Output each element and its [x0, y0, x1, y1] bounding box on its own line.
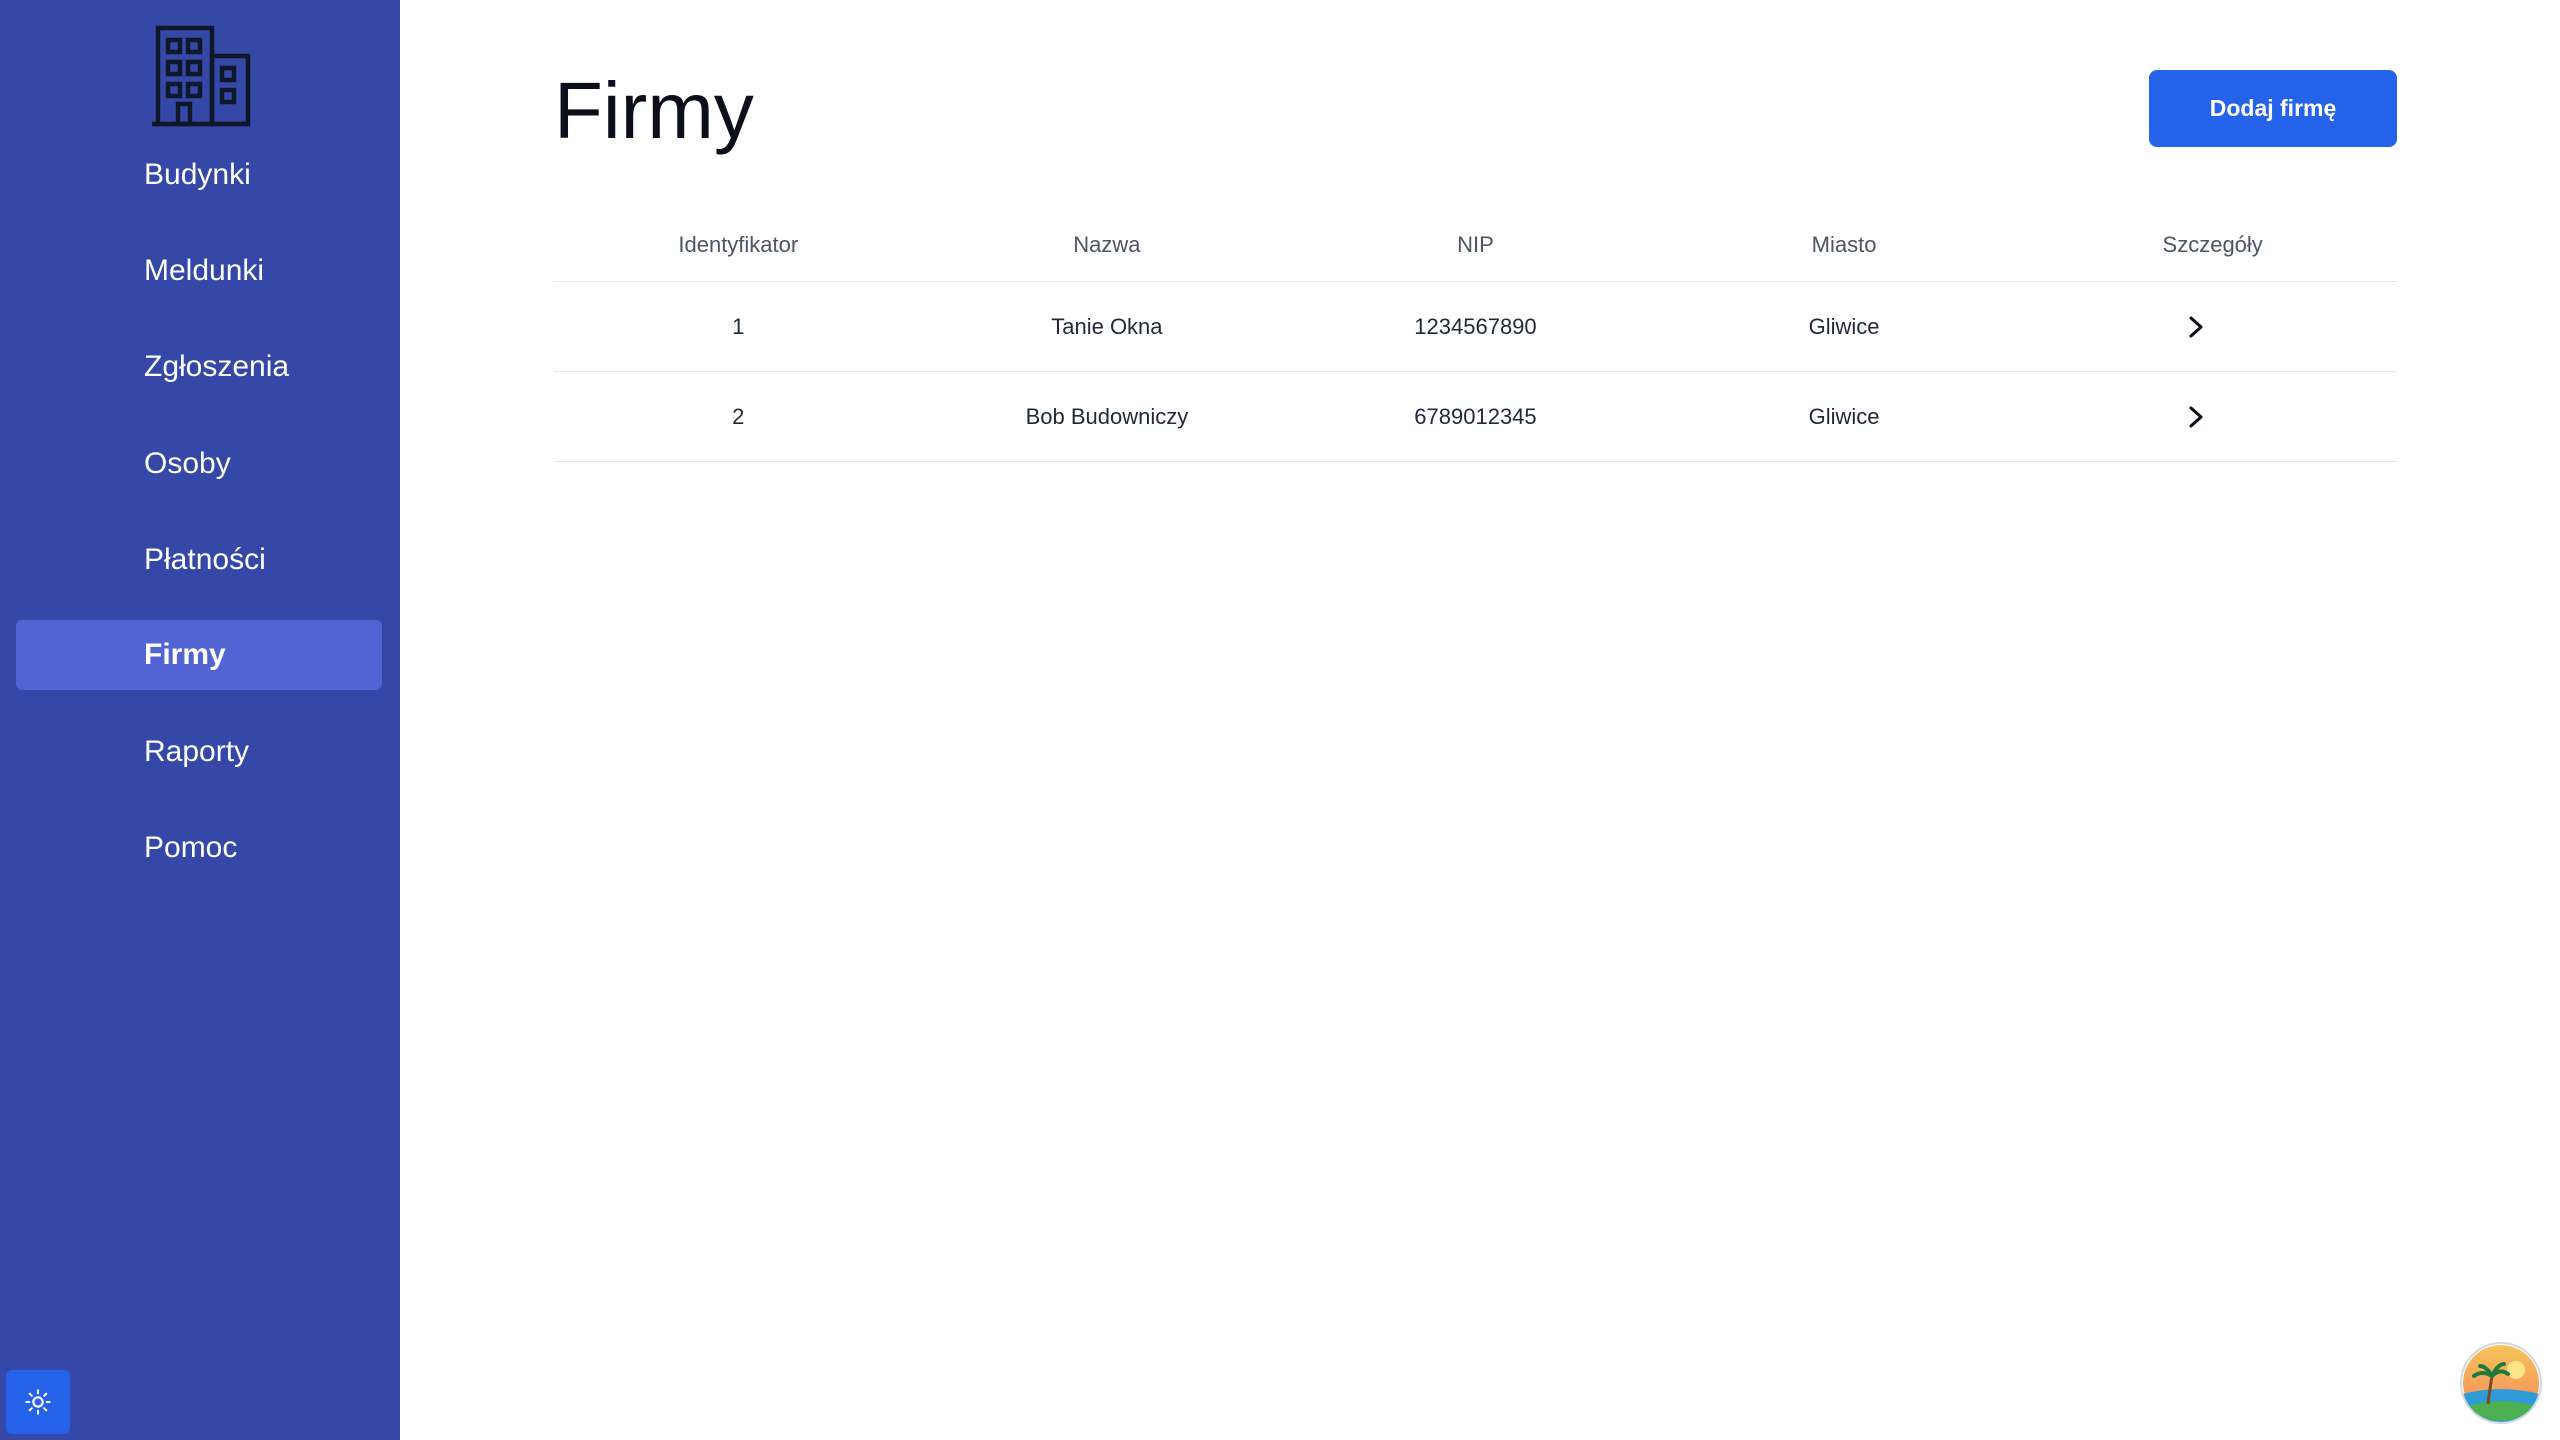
cell-nip: 1234567890	[1414, 313, 1537, 339]
sidebar-item-platnosci[interactable]: Płatności	[16, 525, 382, 595]
building-icon	[152, 25, 251, 127]
beach-avatar-icon	[2463, 1345, 2539, 1422]
cell-nip: 6789012345	[1414, 403, 1537, 429]
sidebar: Budynki Meldunki Zgłoszenia Osoby Płatno…	[0, 0, 400, 1440]
sidebar-item-zgloszenia[interactable]: Zgłoszenia	[16, 332, 382, 402]
cell-name: Bob Budowniczy	[1025, 403, 1189, 429]
add-company-button[interactable]: Dodaj firmę	[2149, 70, 2397, 147]
cell-id: 2	[732, 403, 745, 429]
cell-details	[2028, 282, 2397, 371]
sidebar-item-label: Raporty	[144, 735, 250, 768]
chevron-right-icon	[2189, 316, 2203, 337]
table-row: 2 Bob Budowniczy 6789012345 Gliwice	[554, 372, 2397, 462]
cell-city: Gliwice	[1808, 313, 1880, 339]
cell-id: 1	[732, 313, 745, 339]
theme-toggle-button[interactable]	[6, 1370, 70, 1434]
sidebar-item-label: Płatności	[144, 543, 266, 576]
sun-icon	[25, 1389, 51, 1415]
column-header-nip: NIP	[1457, 231, 1494, 257]
sidebar-item-osoby[interactable]: Osoby	[16, 429, 382, 499]
cell-city: Gliwice	[1808, 403, 1880, 429]
cell-details	[2028, 372, 2397, 461]
sidebar-item-pomoc[interactable]: Pomoc	[16, 813, 382, 883]
sidebar-item-label: Osoby	[144, 447, 231, 480]
sidebar-item-raporty[interactable]: Raporty	[16, 717, 382, 787]
sidebar-item-label: Firmy	[144, 638, 226, 671]
table-row: 1 Tanie Okna 1234567890 Gliwice	[554, 282, 2397, 372]
column-header-szczegoly: Szczegóły	[2162, 231, 2263, 257]
column-header-miasto: Miasto	[1811, 231, 1877, 257]
app: Budynki Meldunki Zgłoszenia Osoby Płatno…	[0, 0, 2560, 1440]
details-button[interactable]	[2181, 402, 2211, 432]
sidebar-item-budynki[interactable]: Budynki	[16, 140, 382, 210]
sidebar-item-label: Pomoc	[144, 831, 238, 864]
sidebar-item-meldunki[interactable]: Meldunki	[16, 236, 382, 306]
companies-table: Identyfikator Nazwa NIP Miasto Szczegóły…	[554, 208, 2397, 462]
avatar[interactable]	[2462, 1344, 2540, 1422]
cell-name: Tanie Okna	[1051, 313, 1163, 339]
column-header-identyfikator: Identyfikator	[678, 231, 799, 257]
sidebar-item-label: Meldunki	[144, 254, 265, 287]
column-header-nazwa: Nazwa	[1073, 231, 1141, 257]
details-button[interactable]	[2181, 312, 2211, 342]
sidebar-item-firmy[interactable]: Firmy	[16, 620, 382, 690]
table-header-row: Identyfikator Nazwa NIP Miasto Szczegóły	[554, 208, 2397, 282]
chevron-right-icon	[2189, 406, 2203, 427]
sidebar-item-label: Zgłoszenia	[144, 350, 290, 383]
page-title: Firmy	[554, 66, 754, 155]
sidebar-item-label: Budynki	[144, 158, 251, 191]
